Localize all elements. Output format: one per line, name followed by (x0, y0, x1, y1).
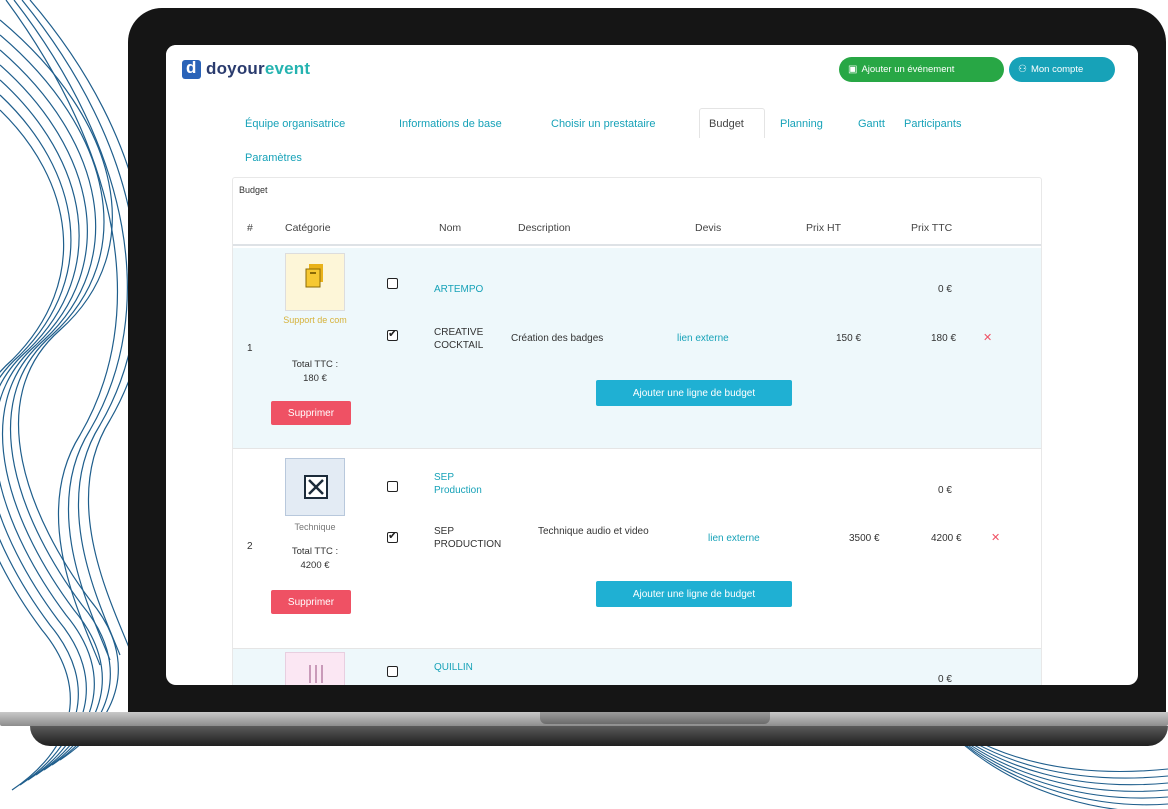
column-header-index: # (247, 222, 253, 234)
category-image (285, 458, 345, 516)
cutlery-icon (309, 665, 323, 683)
line-checkbox[interactable] (387, 481, 398, 492)
line-checkbox[interactable] (387, 278, 398, 289)
user-icon: ⚇ (1018, 64, 1027, 75)
category-label: Support de com (283, 315, 347, 325)
calendar-icon: ▣ (848, 64, 858, 75)
documents-icon (305, 264, 323, 288)
price-ttc: 180 € (931, 333, 957, 344)
tab-gantt[interactable]: Gantt (858, 118, 885, 130)
laptop-base (0, 712, 1168, 746)
line-description: Création des badges (511, 333, 604, 344)
line-checkbox[interactable] (387, 666, 398, 677)
price-ht: 3500 € (849, 533, 880, 544)
supplier-name: SEP PRODUCTION (434, 526, 502, 550)
table-row: Technique 2 Total TTC : 4200 € Supprimer… (233, 448, 1041, 648)
app-header: doyourevent ▣ Ajouter un événement ⚇ Mon… (166, 45, 1138, 95)
column-header-name: Nom (439, 222, 462, 234)
budget-panel-title: Budget (239, 185, 268, 195)
tab-participants[interactable]: Participants (904, 118, 961, 130)
budget-panel: Budget # Catégorie Nom Description Devis… (232, 177, 1042, 685)
column-header-description: Description (518, 222, 571, 234)
price-ttc: 4200 € (931, 533, 962, 544)
close-icon[interactable]: ✕ (991, 531, 1000, 544)
logo-text: doyourevent (206, 59, 310, 79)
category-total-value: 4200 € (300, 560, 330, 571)
logo[interactable]: doyourevent (182, 58, 310, 79)
supplier-name-link[interactable]: QUILLIN (434, 661, 473, 674)
supplier-name: CREATIVE COCKTAIL (434, 327, 484, 351)
column-header-quote: Devis (695, 222, 722, 234)
category-label: Technique (294, 522, 336, 532)
column-header-category: Catégorie (285, 222, 331, 234)
category-image (285, 652, 345, 685)
supplier-name-link[interactable]: ARTEMPO (434, 283, 483, 296)
category-total-label: Total TTC : (291, 546, 339, 557)
tab-choisir-un-prestataire[interactable]: Choisir un prestataire (551, 118, 656, 130)
supplier-name-link[interactable]: SEP Production (434, 471, 504, 497)
line-checkbox-checked[interactable] (387, 327, 398, 341)
tab-equipe-organisatrice[interactable]: Équipe organisatrice (245, 118, 345, 130)
logo-icon (182, 58, 201, 79)
category-total-value: 180 € (303, 373, 327, 384)
price-ttc: 0 € (938, 674, 952, 685)
row-index: 1 (247, 343, 253, 354)
logo-text-mid: your (227, 59, 265, 78)
add-event-label: Ajouter un événement (861, 64, 955, 75)
row-index: 2 (247, 541, 253, 552)
tab-parametres[interactable]: Paramètres (245, 152, 302, 164)
price-ttc: 0 € (938, 284, 952, 295)
add-budget-line-button[interactable]: Ajouter une ligne de budget (596, 581, 792, 607)
account-label: Mon compte (1030, 64, 1084, 75)
line-checkbox-checked[interactable] (387, 529, 398, 543)
account-button[interactable]: ⚇ Mon compte (1009, 57, 1115, 82)
tab-informations-de-base[interactable]: Informations de base (399, 118, 502, 130)
category-image (285, 253, 345, 311)
laptop-screen: doyourevent ▣ Ajouter un événement ⚇ Mon… (166, 45, 1138, 685)
price-ttc: 0 € (938, 485, 952, 496)
logo-text-accent: event (264, 59, 311, 78)
quote-external-link[interactable]: lien externe (708, 532, 760, 545)
add-budget-line-button[interactable]: Ajouter une ligne de budget (596, 380, 792, 406)
column-header-price-ttc: Prix TTC (911, 222, 953, 234)
add-event-button[interactable]: ▣ Ajouter un événement (839, 57, 1004, 82)
logo-text-prefix: do (206, 59, 228, 78)
close-icon[interactable]: ✕ (983, 331, 992, 344)
delete-category-button[interactable]: Supprimer (271, 590, 351, 614)
tab-planning[interactable]: Planning (780, 118, 823, 130)
laptop-notch (540, 712, 770, 724)
line-description: Technique audio et video (538, 526, 649, 537)
price-ht: 150 € (836, 333, 862, 344)
tools-icon (304, 475, 328, 499)
laptop-base-bottom (30, 726, 1168, 746)
column-header-price-ht: Prix HT (806, 222, 841, 234)
quote-external-link[interactable]: lien externe (677, 332, 729, 345)
category-total-label: Total TTC : (291, 359, 339, 370)
table-row: QUILLIN 0 € (233, 648, 1041, 685)
table-row: Support de com 1 Total TTC : 180 € Suppr… (233, 248, 1041, 448)
table-header-divider (233, 244, 1041, 246)
tab-budget[interactable]: Budget (709, 118, 744, 130)
delete-category-button[interactable]: Supprimer (271, 401, 351, 425)
